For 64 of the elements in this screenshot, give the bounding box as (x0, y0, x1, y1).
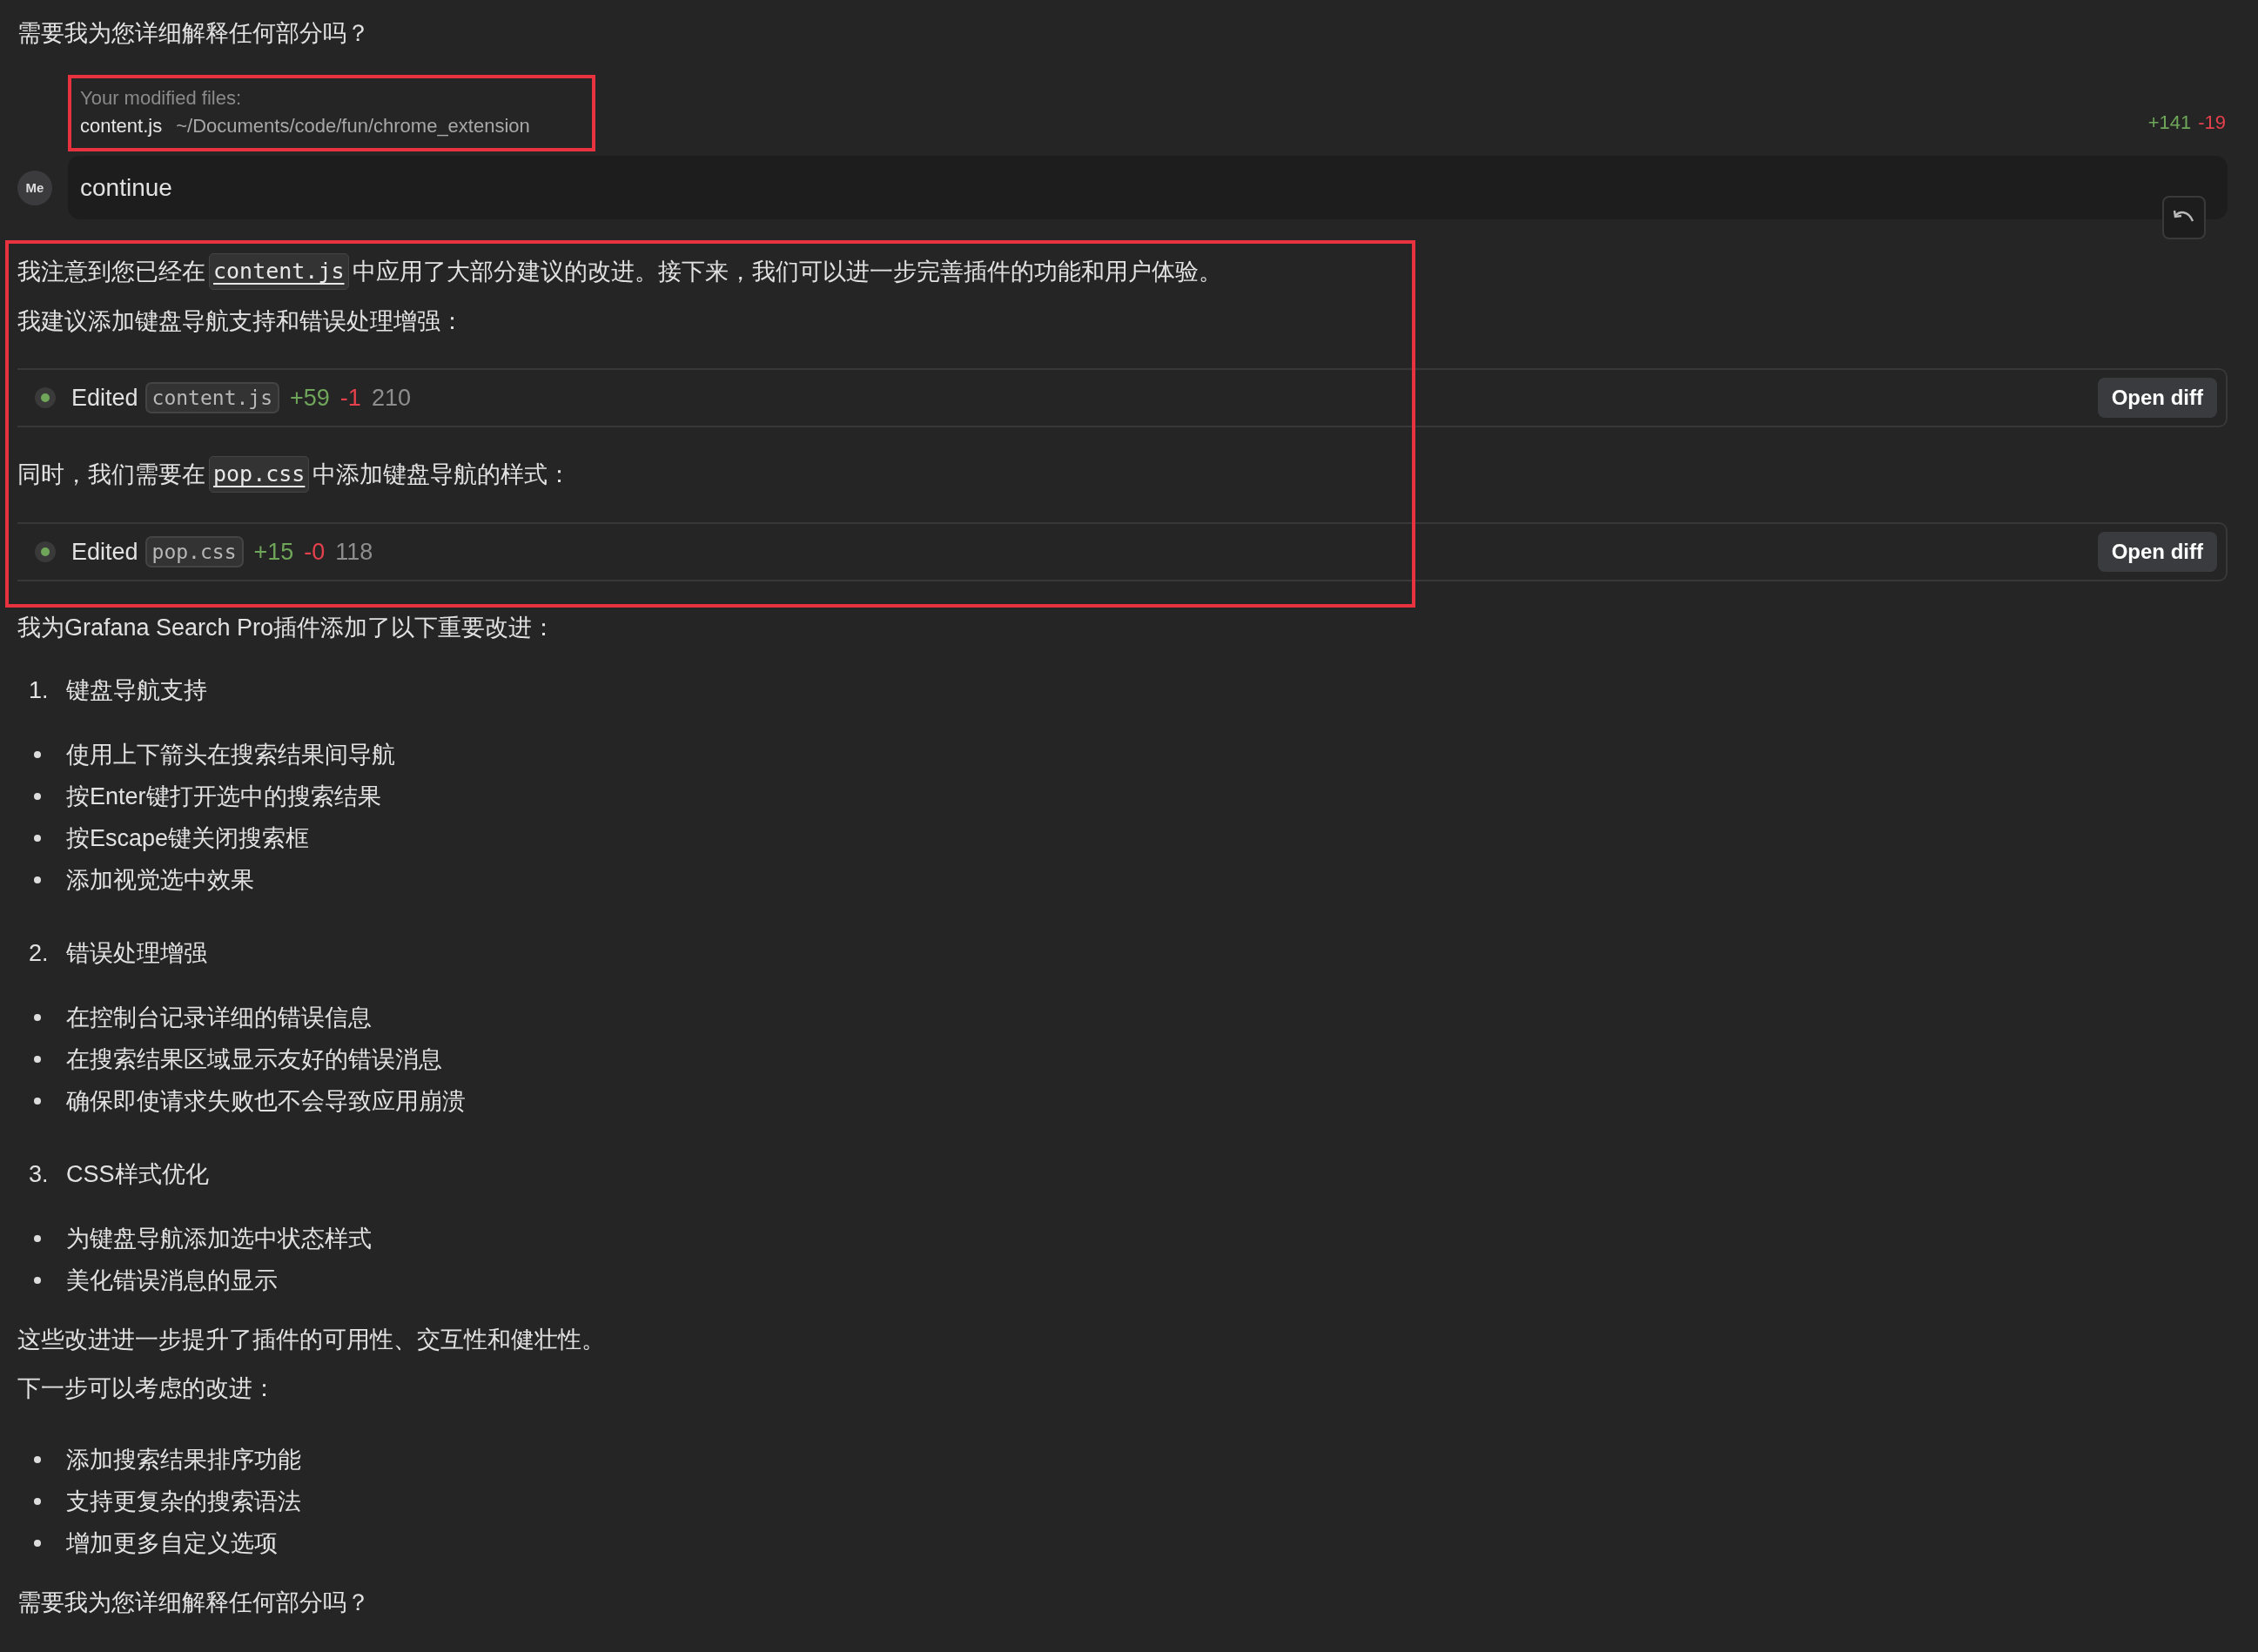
bullet-icon (34, 1498, 41, 1505)
list-heading: CSS样式优化 (66, 1160, 209, 1189)
removed-count: -19 (2198, 111, 2226, 134)
file-path: ~/Documents/code/fun/chrome_extension (176, 115, 530, 138)
bullet-icon (34, 1098, 41, 1105)
line-count: 210 (371, 384, 411, 412)
bullet-icon (34, 835, 41, 842)
list-item: 为键盘导航添加选中状态样式 (66, 1225, 372, 1253)
list-number: 3. (28, 1160, 50, 1189)
bullet-icon (34, 1277, 41, 1284)
added-count: +141 (2147, 111, 2192, 134)
bullet-icon (34, 751, 41, 758)
edit-label: Edited (71, 384, 138, 412)
list-number: 2. (28, 939, 50, 968)
status-dot-icon (35, 541, 56, 562)
list-item: 增加更多自定义选项 (66, 1529, 278, 1558)
bullet-icon (34, 793, 41, 800)
list-item: 按Enter键打开选中的搜索结果 (66, 782, 381, 811)
undo-button[interactable] (2162, 196, 2206, 239)
paragraph-text: 中应用了大部分建议的改进。接下来，我们可以进一步完善插件的功能和用户体验。 (352, 258, 1222, 286)
removed-count: -1 (339, 384, 361, 412)
list-item: 添加搜索结果排序功能 (66, 1446, 301, 1474)
added-count: +59 (290, 384, 330, 412)
code-link[interactable]: content.js (209, 253, 349, 290)
list-item: 添加视觉选中效果 (66, 866, 254, 895)
paragraph: 下一步可以考虑的改进： (17, 1374, 277, 1403)
paragraph: 这些改进进一步提升了插件的可用性、交互性和健壮性。 (17, 1326, 606, 1354)
added-count: +15 (253, 538, 294, 566)
user-message: continue (68, 156, 2228, 219)
list-item: 使用上下箭头在搜索结果间导航 (66, 741, 395, 769)
file-chip[interactable]: content.js (144, 382, 280, 413)
open-diff-button[interactable]: Open diff (2097, 378, 2217, 418)
file-name[interactable]: content.js (80, 115, 163, 138)
list-heading: 错误处理增强 (66, 939, 207, 968)
removed-count: -0 (304, 538, 326, 566)
bullet-icon (34, 876, 41, 883)
list-item: 在控制台记录详细的错误信息 (66, 1004, 372, 1032)
paragraph: 需要我为您详细解释任何部分吗？ (17, 19, 371, 48)
bullet-icon (34, 1235, 41, 1242)
user-avatar: Me (17, 170, 52, 205)
paragraph: 我建议添加键盘导航支持和错误处理增强： (17, 307, 465, 336)
edit-label: Edited (71, 538, 138, 566)
bullet-icon (34, 1056, 41, 1063)
paragraph-text: 我注意到您已经在 (17, 258, 205, 286)
paragraph-text: 中添加键盘导航的样式： (312, 460, 572, 489)
line-count: 118 (335, 538, 373, 566)
panel-label: Your modified files: (80, 87, 243, 110)
bullet-icon (34, 1014, 41, 1021)
paragraph-text: 同时，我们需要在 (17, 460, 205, 489)
list-item: 在搜索结果区域显示友好的错误消息 (66, 1045, 442, 1074)
paragraph: 需要我为您详细解释任何部分吗？ (17, 1588, 371, 1617)
list-item: 支持更复杂的搜索语法 (66, 1487, 301, 1516)
list-item: 按Escape键关闭搜索框 (66, 824, 310, 853)
bullet-icon (34, 1540, 41, 1547)
code-link[interactable]: pop.css (209, 456, 310, 493)
list-item: 确保即使请求失败也不会导致应用崩溃 (66, 1087, 466, 1116)
list-number: 1. (28, 676, 50, 705)
file-chip[interactable]: pop.css (144, 536, 244, 567)
list-heading: 键盘导航支持 (66, 676, 207, 705)
bullet-icon (34, 1456, 41, 1463)
open-diff-button[interactable]: Open diff (2097, 532, 2217, 572)
paragraph: 我为Grafana Search Pro插件添加了以下重要改进： (17, 614, 557, 642)
list-item: 美化错误消息的显示 (66, 1266, 278, 1295)
status-dot-icon (35, 387, 56, 408)
